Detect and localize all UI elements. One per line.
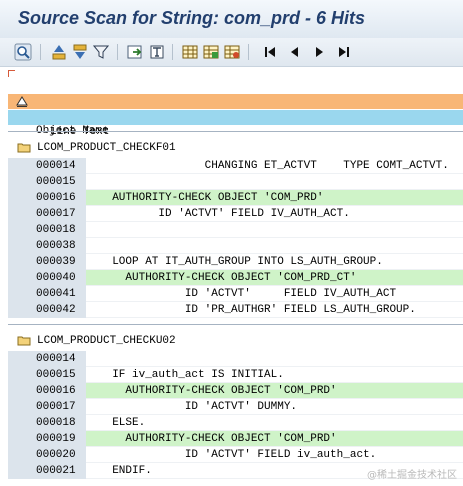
results-list: Object Name Line Text LCOM_PRODUCT_CHECK… xyxy=(8,90,463,485)
watermark: @稀土掘金技术社区 xyxy=(367,470,457,481)
sort-ascending-icon[interactable] xyxy=(49,42,69,61)
title-bar: Source Scan for String: com_prd - 6 Hits xyxy=(0,0,463,38)
hit-line[interactable]: 000040 AUTHORITY-CHECK OBJECT 'COM_PRD_C… xyxy=(8,270,463,286)
tree-expand-icon[interactable] xyxy=(16,96,28,107)
code-line[interactable]: 000041 ID 'ACTVT' FIELD IV_AUTH_ACT xyxy=(8,286,463,302)
code-line[interactable]: 000014 xyxy=(8,351,463,367)
line-text: ID 'ACTVT' FIELD iv_auth_act. xyxy=(86,447,463,463)
block-header[interactable]: LCOM_PRODUCT_CHECKU02 xyxy=(8,333,463,349)
line-text: ID 'PR_AUTHGR' FIELD LS_AUTH_GROUP. xyxy=(86,302,463,318)
line-text: AUTHORITY-CHECK OBJECT 'COM_PRD' xyxy=(86,431,463,447)
toolbar xyxy=(0,38,463,67)
line-text: ELSE. xyxy=(86,415,463,431)
line-number: 000018 xyxy=(8,415,86,431)
line-text: CHANGING ET_ACTVT TYPE COMT_ACTVT. xyxy=(86,158,463,174)
toolbar-separator xyxy=(248,44,249,60)
hit-line[interactable]: 000016 AUTHORITY-CHECK OBJECT 'COM_PRD' xyxy=(8,383,463,399)
line-text: AUTHORITY-CHECK OBJECT 'COM_PRD' xyxy=(86,190,463,206)
previous-page-icon[interactable] xyxy=(285,42,305,61)
line-number: 000038 xyxy=(8,238,86,254)
line-text xyxy=(86,222,463,238)
corner-marker xyxy=(8,70,15,77)
next-page-icon[interactable] xyxy=(309,42,329,61)
last-page-icon[interactable] xyxy=(334,42,354,61)
line-number: 000020 xyxy=(8,447,86,463)
code-line[interactable]: 000017 ID 'ACTVT' FIELD IV_AUTH_ACT. xyxy=(8,206,463,222)
line-number: 000016 xyxy=(8,190,86,206)
hit-line[interactable]: 000016 AUTHORITY-CHECK OBJECT 'COM_PRD' xyxy=(8,190,463,206)
code-line[interactable]: 000018 xyxy=(8,222,463,238)
toolbar-separator xyxy=(172,44,173,60)
header-line-text[interactable]: Line Text xyxy=(8,110,463,138)
line-text xyxy=(86,351,463,367)
line-number: 000040 xyxy=(8,270,86,286)
line-number: 000016 xyxy=(8,383,86,399)
line-number: 000015 xyxy=(8,174,86,190)
line-text: ID 'ACTVT' FIELD IV_AUTH_ACT. xyxy=(86,206,463,222)
toolbar-separator xyxy=(117,44,118,60)
line-text xyxy=(86,238,463,254)
export-icon[interactable] xyxy=(125,42,145,61)
header-object-name[interactable]: Object Name xyxy=(8,94,463,137)
code-line[interactable]: 000018 ELSE. xyxy=(8,415,463,431)
line-number: 000019 xyxy=(8,431,86,447)
line-text: AUTHORITY-CHECK OBJECT 'COM_PRD_CT' xyxy=(86,270,463,286)
line-text: ID 'ACTVT' FIELD IV_AUTH_ACT xyxy=(86,286,463,302)
line-number: 000014 xyxy=(8,351,86,367)
line-number: 000021 xyxy=(8,463,86,479)
code-line[interactable]: 000015 xyxy=(8,174,463,190)
window-title: Source Scan for String: com_prd - 6 Hits xyxy=(18,8,366,28)
toolbar-separator xyxy=(40,44,41,60)
line-number: 000014 xyxy=(8,158,86,174)
line-number: 000041 xyxy=(8,286,86,302)
print-icon[interactable] xyxy=(147,42,167,61)
result-block: LCOM_PRODUCT_CHECKU02 000014 000015 IF iv… xyxy=(8,324,463,486)
line-number: 000039 xyxy=(8,254,86,270)
code-line[interactable]: 000014 CHANGING ET_ACTVT TYPE COMT_ACTVT… xyxy=(8,158,463,174)
folder-icon xyxy=(17,336,31,346)
code-line[interactable]: 000042 ID 'PR_AUTHGR' FIELD LS_AUTH_GROU… xyxy=(8,302,463,318)
block-object-name: LCOM_PRODUCT_CHECKU02 xyxy=(37,335,176,347)
line-text: IF iv_auth_act IS INITIAL. xyxy=(86,367,463,383)
line-text: LOOP AT IT_AUTH_GROUP INTO LS_AUTH_GROUP… xyxy=(86,254,463,270)
line-number: 000015 xyxy=(8,367,86,383)
folder-icon xyxy=(17,143,31,153)
change-layout-icon[interactable] xyxy=(201,42,221,61)
code-line[interactable]: 000039 LOOP AT IT_AUTH_GROUP INTO LS_AUT… xyxy=(8,254,463,270)
line-number: 000017 xyxy=(8,399,86,415)
block-object-name: LCOM_PRODUCT_CHECKF01 xyxy=(37,142,176,154)
line-text: ID 'ACTVT' DUMMY. xyxy=(86,399,463,415)
line-text xyxy=(86,174,463,190)
code-line[interactable]: 000015 IF iv_auth_act IS INITIAL. xyxy=(8,367,463,383)
code-line[interactable]: 000017 ID 'ACTVT' DUMMY. xyxy=(8,399,463,415)
select-layout-icon[interactable] xyxy=(222,42,242,61)
layout-grid-icon[interactable] xyxy=(180,42,200,61)
code-line[interactable]: 000020 ID 'ACTVT' FIELD iv_auth_act. xyxy=(8,447,463,463)
line-number: 000042 xyxy=(8,302,86,318)
result-block: LCOM_PRODUCT_CHECKF01 000014 CHANGING ET… xyxy=(8,131,463,322)
line-number: 000017 xyxy=(8,206,86,222)
filter-icon[interactable] xyxy=(91,42,111,61)
line-text: AUTHORITY-CHECK OBJECT 'COM_PRD' xyxy=(86,383,463,399)
line-number: 000018 xyxy=(8,222,86,238)
code-line[interactable]: 000038 xyxy=(8,238,463,254)
block-header[interactable]: LCOM_PRODUCT_CHECKF01 xyxy=(8,140,463,156)
magnifier-icon[interactable] xyxy=(13,42,33,61)
sort-descending-icon[interactable] xyxy=(70,42,90,61)
first-page-icon[interactable] xyxy=(260,42,280,61)
hit-line[interactable]: 000019 AUTHORITY-CHECK OBJECT 'COM_PRD' xyxy=(8,431,463,447)
